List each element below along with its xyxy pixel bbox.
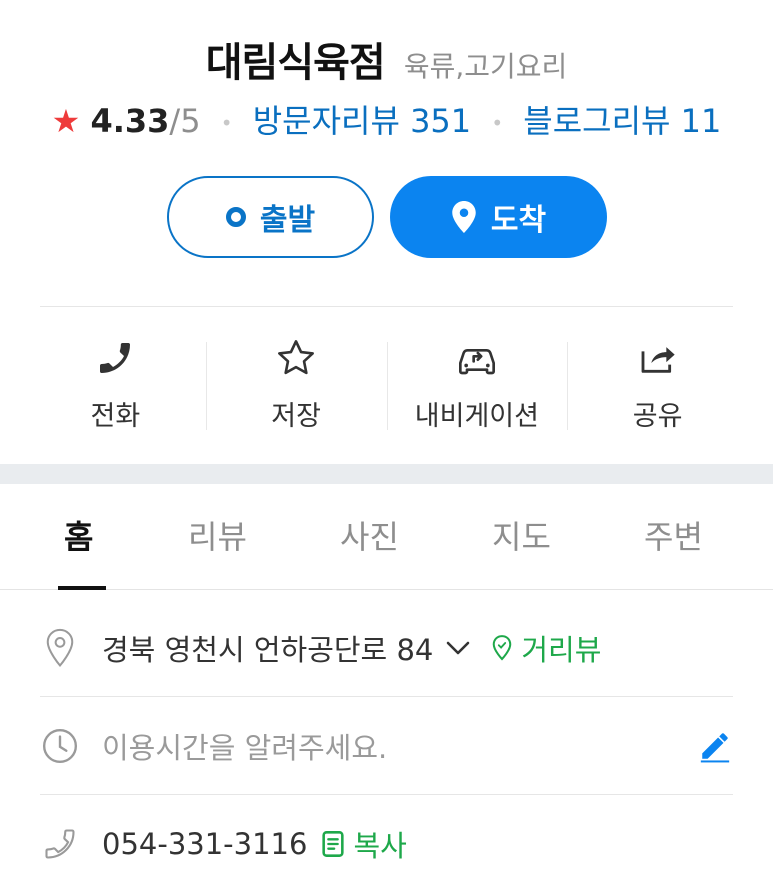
blog-reviews-link[interactable]: 블로그리뷰 11: [523, 102, 721, 140]
action-share[interactable]: 공유: [567, 330, 748, 440]
star-outline-icon: [275, 336, 317, 380]
separator-dot: •: [220, 111, 233, 135]
address-text: 경북 영천시 언하공단로 84: [102, 633, 434, 667]
action-navigation[interactable]: 내비게이션: [386, 330, 568, 440]
visitor-reviews-link[interactable]: 방문자리뷰 351: [253, 102, 471, 140]
phone-outline-icon: [40, 826, 80, 862]
depart-label: 출발: [259, 203, 316, 238]
tab-home[interactable]: 홈: [64, 512, 93, 558]
arrive-button[interactable]: 도착: [390, 176, 607, 258]
rating-max: /5: [169, 102, 201, 140]
place-name: 대림식육점: [205, 40, 386, 86]
rating-value: 4.33: [90, 102, 170, 140]
action-bar: 전화 저장 내비게이션 공유: [25, 330, 748, 440]
copy-document-icon: [321, 830, 345, 858]
action-save[interactable]: 저장: [205, 330, 387, 440]
title-row: 대림식육점 육류,고기요리: [0, 30, 773, 88]
depart-button[interactable]: 출발: [167, 176, 374, 258]
location-pin-outline-icon: [40, 628, 80, 668]
arrive-label: 도착: [490, 203, 547, 238]
phone-number[interactable]: 054-331-3116: [102, 827, 307, 861]
origin-ring-icon: [225, 207, 246, 227]
street-view-link[interactable]: 거리뷰: [491, 627, 601, 669]
phone-icon: [95, 336, 135, 380]
street-view-label: 거리뷰: [521, 633, 602, 667]
action-save-label: 저장: [271, 401, 321, 432]
edit-pencil-icon[interactable]: [697, 729, 733, 763]
tab-photos[interactable]: 사진: [340, 512, 399, 558]
place-category: 육류,고기요리: [403, 50, 568, 83]
clock-icon: [40, 727, 80, 765]
car-navigation-icon: [455, 336, 499, 380]
hours-row: 이용시간을 알려주세요.: [40, 697, 733, 795]
section-separator: [0, 464, 773, 484]
location-pin-icon: [451, 201, 477, 233]
star-filled-icon: ★: [51, 102, 81, 140]
copy-button[interactable]: 복사: [321, 823, 407, 865]
tab-reviews[interactable]: 리뷰: [188, 512, 247, 558]
hours-placeholder[interactable]: 이용시간을 알려주세요.: [102, 725, 387, 767]
divider: [40, 306, 733, 307]
separator-dot: •: [491, 111, 504, 135]
share-icon: [637, 336, 679, 380]
action-share-label: 공유: [632, 401, 683, 432]
action-call[interactable]: 전화: [25, 330, 206, 440]
action-navigation-label: 내비게이션: [414, 401, 539, 432]
tab-map[interactable]: 지도: [492, 512, 551, 558]
chevron-down-icon[interactable]: [445, 639, 471, 657]
address-row: 경북 영천시 언하공단로 84 거리뷰: [40, 600, 733, 697]
copy-label: 복사: [353, 828, 407, 863]
tab-nearby[interactable]: 주변: [644, 512, 703, 558]
action-call-label: 전화: [90, 401, 141, 432]
tab-bar: 홈 리뷰 사진 지도 주변: [0, 484, 773, 590]
stats-row: ★ 4.33/5 • 방문자리뷰 351 • 블로그리뷰 11: [0, 96, 773, 142]
active-tab-indicator: [58, 586, 106, 590]
street-view-pin-icon: [491, 634, 513, 662]
phone-row: 054-331-3116 복사: [40, 795, 733, 892]
